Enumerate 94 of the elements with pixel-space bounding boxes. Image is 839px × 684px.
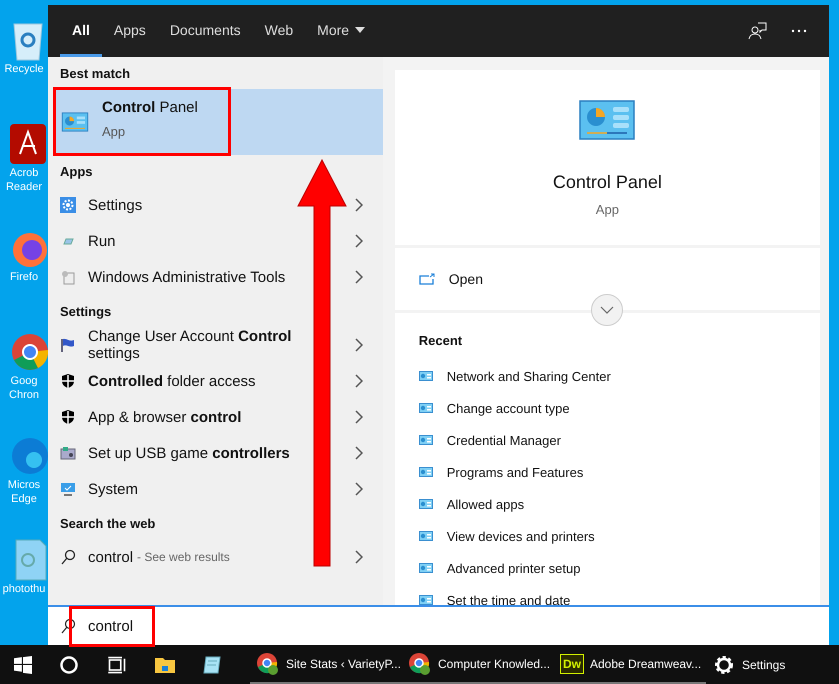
result-type: App: [102, 124, 126, 139]
result-label: Settings: [88, 196, 142, 214]
chrome-ball-icon: [408, 652, 432, 676]
task-label: Computer Knowled...: [438, 656, 550, 670]
preview-title: Control Panel: [552, 172, 662, 193]
monitor-icon: [60, 481, 76, 497]
preview-type: App: [596, 202, 619, 217]
chevron-icon[interactable]: [354, 446, 363, 460]
chevron-icon[interactable]: [354, 198, 363, 212]
control-panel-icon: [418, 467, 433, 477]
result-label: Controlled folder access: [88, 372, 256, 390]
search-field[interactable]: control: [88, 618, 288, 634]
result-item[interactable]: Change User Account Control settings: [48, 327, 383, 363]
recent-item[interactable]: Advanced printer setup: [418, 552, 820, 584]
section-heading: Search the web: [59, 515, 156, 533]
recent-item[interactable]: Credential Manager: [418, 424, 820, 456]
section-heading: Settings: [59, 303, 112, 321]
control-panel-icon: [418, 531, 433, 541]
section-heading: Best match: [59, 65, 132, 83]
result-label: App & browser control: [88, 408, 242, 426]
control-panel-icon: [418, 435, 433, 445]
control-panel-icon: [418, 403, 433, 413]
shield-icon: [60, 373, 76, 389]
best-match-item[interactable]: Control Panel App: [53, 89, 383, 155]
desktop-icon-label: Micros: [8, 478, 40, 492]
result-label: System: [88, 480, 138, 498]
result-item[interactable]: Windows Administrative Tools: [48, 259, 383, 295]
gear-icon: [60, 197, 76, 213]
search-icon: [60, 549, 76, 565]
desktop-icon-label: Chron: [9, 388, 39, 402]
filter-tab[interactable]: Apps: [102, 5, 158, 57]
circle-icon[interactable]: [58, 654, 80, 674]
task-label: Site Stats ‹ VarietyP...: [286, 656, 401, 670]
recent-item[interactable]: Allowed apps: [418, 488, 820, 520]
result-label: Run: [88, 232, 116, 250]
chevron-icon[interactable]: [354, 410, 363, 424]
gamepad-icon: [60, 445, 76, 461]
desktop-icon-label: Firefo: [10, 270, 38, 284]
filter-tab[interactable]: More: [305, 5, 378, 57]
chevron-icon[interactable]: [354, 234, 363, 248]
desktop-icon-label: Acrob: [10, 166, 38, 180]
task-label: Settings: [742, 658, 786, 672]
chevron-down-icon: [600, 306, 614, 314]
result-item[interactable]: Run: [48, 223, 383, 259]
shield-icon: [60, 409, 76, 425]
chevron-icon[interactable]: [354, 482, 363, 496]
task-view-icon[interactable]: [106, 654, 128, 674]
control-panel-icon: [418, 499, 433, 509]
taskbar-button[interactable]: Computer Knowled...: [402, 645, 554, 684]
recent-item[interactable]: Programs and Features: [418, 456, 820, 488]
desktop-icon-label: Edge: [11, 492, 37, 506]
section-heading: Apps: [59, 163, 94, 181]
control-panel-icon: [579, 100, 636, 140]
recent-item[interactable]: Network and Sharing Center: [418, 360, 820, 392]
recent-item[interactable]: View devices and printers: [418, 520, 820, 552]
chevron-icon[interactable]: [354, 338, 363, 352]
desktop-icon-label: Recycle: [4, 62, 44, 76]
filter-tab[interactable]: Web: [252, 5, 306, 57]
control-panel-icon: [61, 112, 89, 132]
web-hint: - See web results: [137, 550, 231, 564]
web-query: control: [88, 548, 134, 566]
desktop-icon-label: Goog: [10, 374, 38, 388]
chevron-icon[interactable]: [354, 550, 363, 564]
recent-item[interactable]: Set the time and date: [418, 584, 820, 605]
taskbar-button[interactable]: Settings: [706, 645, 796, 684]
pdf-icon[interactable]: [8, 122, 48, 166]
caret-icon: [355, 26, 366, 32]
app-logo: Dw: [560, 654, 584, 674]
task-label: Adobe Dreamweav...: [590, 656, 702, 670]
recent-heading: Recent: [418, 333, 464, 348]
control-panel-icon: [418, 371, 433, 381]
desktop-icon-label: photothu: [2, 582, 46, 596]
open-icon: [418, 273, 435, 285]
control-panel-icon: [418, 563, 433, 573]
desktop-icon-label: Reader: [6, 180, 42, 194]
tools-icon: [60, 269, 76, 285]
open-action[interactable]: Open: [418, 271, 483, 287]
windows-logo-icon[interactable]: [14, 656, 32, 674]
result-item[interactable]: System: [48, 471, 383, 507]
result-label: Change User Account Control settings: [88, 328, 292, 362]
feedback-icon[interactable]: [747, 21, 767, 41]
recent-item[interactable]: Change account type: [418, 392, 820, 424]
result-label: Windows Administrative Tools: [88, 268, 286, 286]
search-icon: [60, 618, 76, 634]
chevron-icon[interactable]: [354, 270, 363, 284]
taskbar-button[interactable]: Site Stats ‹ VarietyP...: [250, 645, 402, 684]
result-title: Control Panel: [102, 99, 198, 116]
chrome-ball-icon: [256, 652, 280, 676]
taskbar-button[interactable]: Dw Adobe Dreamweav...: [554, 645, 706, 684]
filter-tab[interactable]: Documents: [158, 5, 253, 57]
result-label: Set up USB game controllers: [88, 444, 290, 462]
web-result-item[interactable]: control - See web results: [48, 539, 383, 575]
flag-icon: [60, 337, 76, 353]
chevron-icon[interactable]: [354, 374, 363, 388]
